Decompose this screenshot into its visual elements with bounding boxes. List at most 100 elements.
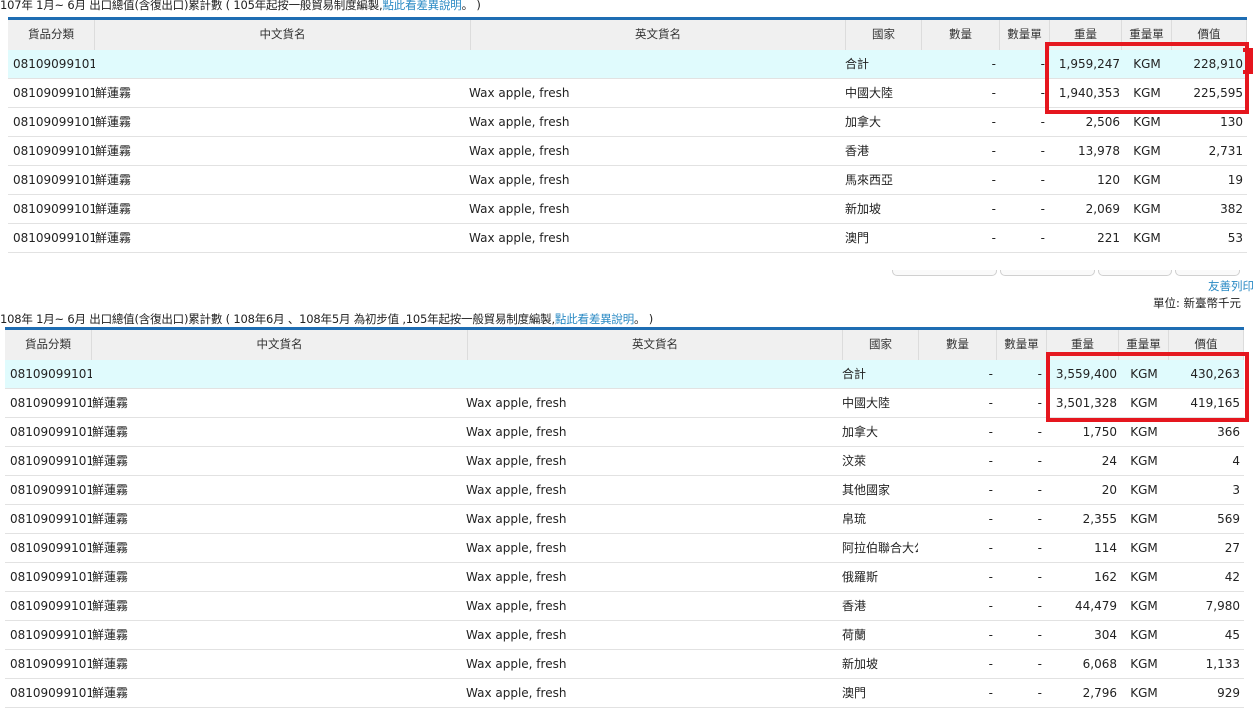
weight-unit-cell: KGM	[1130, 512, 1158, 526]
quantity-unit-cell: -	[1040, 115, 1045, 129]
weight-unit-cell: KGM	[1130, 657, 1158, 671]
value-cell: 19	[1227, 173, 1243, 187]
english-name-cell: Wax apple, fresh	[466, 425, 567, 439]
column-header: 貨品分類	[5, 330, 92, 360]
english-name-cell: Wax apple, fresh	[469, 144, 570, 158]
weight-cell: 162	[1094, 570, 1117, 584]
value-cell: 2,731	[1208, 144, 1243, 158]
country-cell: 馬來西亞	[845, 173, 894, 187]
country-cell: 中國大陸	[845, 86, 894, 100]
english-name-cell: Wax apple, fresh	[466, 599, 567, 613]
column-header: 數量	[922, 20, 1000, 50]
table-row: 08109099101 鮮蓮霧 Wax apple, fresh 帛琉 - - 2,355 K…	[5, 505, 1244, 534]
chinese-name-cell	[95, 50, 215, 78]
table-row: 08109099101 鮮蓮霧 Wax apple, fresh 其他國家 - - 20 KG…	[5, 476, 1244, 505]
table-row: 08109099101 鮮蓮霧 Wax apple, fresh 汶萊 - - 24 KGM 4	[5, 447, 1244, 476]
weight-unit-cell: KGM	[1130, 686, 1158, 700]
quantity-unit-cell: -	[1037, 541, 1042, 555]
pager-control[interactable]	[1098, 270, 1172, 276]
value-cell: 366	[1217, 425, 1240, 439]
value-cell: 3	[1232, 483, 1240, 497]
highlight-box	[1045, 42, 1249, 114]
english-name-cell: Wax apple, fresh	[469, 173, 570, 187]
table-row: 08109099101 鮮蓮霧 Wax apple, fresh 香港 - - 44,479…	[5, 592, 1244, 621]
weight-unit-cell: KGM	[1130, 570, 1158, 584]
english-name-cell: Wax apple, fresh	[466, 541, 567, 555]
chinese-name-cell: 鮮蓮霧	[95, 173, 132, 187]
pager-control[interactable]	[892, 270, 997, 276]
value-cell: 27	[1224, 541, 1240, 555]
chinese-name-cell: 鮮蓮霧	[95, 144, 132, 158]
english-name-cell	[466, 360, 836, 388]
english-name-cell: Wax apple, fresh	[469, 86, 570, 100]
column-header: 國家	[843, 330, 919, 360]
country-cell: 新加坡	[842, 657, 879, 671]
english-name-cell: Wax apple, fresh	[469, 231, 570, 245]
print-link[interactable]: 友善列印	[1208, 278, 1254, 294]
country-cell: 合計	[845, 57, 870, 71]
country-cell: 加拿大	[842, 425, 879, 439]
chinese-name-cell: 鮮蓮霧	[92, 541, 129, 555]
code-cell: 08109099101	[10, 396, 92, 410]
pager-control[interactable]	[1175, 270, 1240, 276]
weight-unit-cell: KGM	[1130, 454, 1158, 468]
weight-unit-cell: KGM	[1130, 599, 1158, 613]
quantity-unit-cell: -	[1040, 86, 1045, 100]
column-header: 數量	[919, 330, 997, 360]
section1-diff-link[interactable]: 點此看差異說明	[382, 0, 461, 12]
english-name-cell: Wax apple, fresh	[466, 454, 567, 468]
table-row: 08109099101 鮮蓮霧 Wax apple, fresh 荷蘭 - - 304 KGM…	[5, 621, 1244, 650]
country-cell: 阿拉伯聯合大公	[842, 541, 918, 555]
quantity-unit-cell: -	[1037, 483, 1042, 497]
country-cell: 汶萊	[842, 454, 867, 468]
chinese-name-cell: 鮮蓮霧	[95, 115, 132, 129]
value-cell: 7,980	[1205, 599, 1240, 613]
weight-cell: 20	[1101, 483, 1117, 497]
english-name-cell: Wax apple, fresh	[466, 396, 567, 410]
value-cell: 42	[1224, 570, 1240, 584]
table-row: 08109099101 鮮蓮霧 Wax apple, fresh 馬來西亞 - - 120 K…	[8, 166, 1247, 195]
country-cell: 其他國家	[842, 483, 891, 497]
value-cell: 4	[1232, 454, 1240, 468]
chinese-name-cell: 鮮蓮霧	[92, 657, 129, 671]
unit-label: 單位: 新臺幣千元	[1153, 296, 1242, 310]
quantity-cell: -	[988, 396, 993, 410]
value-cell: 53	[1227, 231, 1243, 245]
quantity-cell: -	[988, 483, 993, 497]
quantity-unit-cell: -	[1037, 512, 1042, 526]
code-cell: 08109099101	[10, 425, 92, 439]
value-cell: 45	[1224, 628, 1240, 642]
chinese-name-cell: 鮮蓮霧	[95, 231, 132, 245]
chinese-name-cell: 鮮蓮霧	[95, 202, 132, 216]
weight-unit-cell: KGM	[1130, 628, 1158, 642]
weight-cell: 304	[1094, 628, 1117, 642]
section2-caption: 108年 1月~ 6月 出口總值(含復出口)累計數 ( 108年6月 、108年…	[0, 312, 654, 326]
quantity-cell: -	[988, 628, 993, 642]
code-cell: 08109099101	[10, 483, 92, 497]
quantity-unit-cell: -	[1037, 628, 1042, 642]
english-name-cell: Wax apple, fresh	[466, 512, 567, 526]
code-cell: 08109099101	[10, 570, 92, 584]
column-header: 數量單	[997, 330, 1047, 360]
code-cell: 08109099101	[10, 367, 92, 381]
code-cell: 08109099101	[10, 541, 92, 555]
quantity-cell: -	[988, 454, 993, 468]
english-name-cell	[469, 50, 839, 78]
quantity-unit-cell: -	[1037, 425, 1042, 439]
code-cell: 08109099101	[13, 231, 95, 245]
code-cell: 08109099101	[10, 454, 92, 468]
column-header: 英文貨名	[471, 20, 846, 50]
code-cell: 08109099101	[13, 57, 95, 71]
highlight-box	[1046, 352, 1249, 422]
code-cell: 08109099101	[13, 173, 95, 187]
chinese-name-cell: 鮮蓮霧	[92, 570, 129, 584]
country-cell: 新加坡	[845, 202, 882, 216]
weight-unit-cell: KGM	[1130, 541, 1158, 555]
quantity-unit-cell: -	[1040, 144, 1045, 158]
weight-cell: 44,479	[1075, 599, 1117, 613]
section2-diff-link[interactable]: 點此看差異說明	[555, 312, 634, 326]
pager-control[interactable]	[1000, 270, 1095, 276]
weight-cell: 2,355	[1082, 512, 1117, 526]
code-cell: 08109099101	[10, 628, 92, 642]
table-row: 08109099101 鮮蓮霧 Wax apple, fresh 加拿大 - - 1,750…	[5, 418, 1244, 447]
